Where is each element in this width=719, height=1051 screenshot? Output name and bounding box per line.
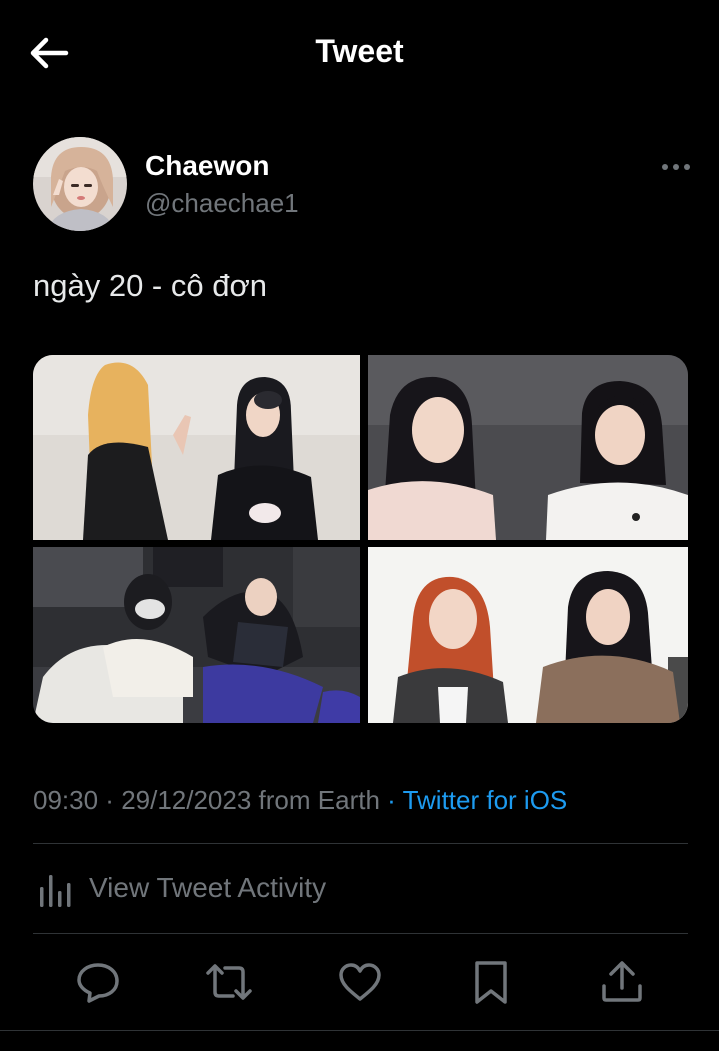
- tweet-photo-3[interactable]: [33, 547, 360, 723]
- retweet-button[interactable]: [205, 958, 253, 1006]
- speech-bubble-icon: [77, 963, 119, 1003]
- media-grid: [33, 355, 688, 723]
- avatar[interactable]: [33, 137, 127, 231]
- tweet-location: from Earth: [251, 785, 380, 815]
- divider: [0, 1030, 719, 1031]
- divider: [33, 933, 688, 934]
- more-horizontal-icon: [662, 164, 690, 170]
- like-button[interactable]: [336, 958, 384, 1006]
- page-title: Tweet: [315, 33, 404, 69]
- more-options-button[interactable]: [656, 152, 696, 182]
- view-tweet-activity-label: View Tweet Activity: [89, 872, 327, 903]
- retweet-arrows-icon: [206, 964, 252, 1000]
- source-separator: ·: [379, 785, 403, 815]
- tweet-text: ngày 20 - cô đơn: [33, 268, 268, 303]
- tweet-source-link[interactable]: Twitter for iOS: [403, 785, 568, 815]
- bookmark-button[interactable]: [467, 958, 515, 1006]
- tweet-photo-1[interactable]: [33, 355, 360, 540]
- author-display-name[interactable]: Chaewon: [145, 150, 269, 182]
- tweet-photo-4[interactable]: [368, 547, 688, 723]
- view-tweet-activity[interactable]: View Tweet Activity: [33, 853, 688, 925]
- reply-button[interactable]: [74, 958, 122, 1006]
- tweet-meta: 09:30 · 29/12/2023 from Earth · Twitter …: [33, 785, 567, 816]
- divider: [33, 843, 688, 844]
- top-bar: Tweet: [0, 0, 719, 106]
- tweet-date: 29/12/2023: [121, 785, 252, 815]
- meta-separator: ·: [98, 785, 122, 815]
- author-handle[interactable]: @chaechae1: [145, 188, 299, 219]
- tweet-photo-2[interactable]: [368, 355, 688, 540]
- bookmark-icon: [475, 961, 507, 1004]
- analytics-bars-icon: [40, 875, 71, 907]
- tweet-time: 09:30: [33, 785, 99, 815]
- share-upload-icon: [602, 961, 642, 1002]
- heart-icon: [339, 963, 381, 1001]
- share-button[interactable]: [598, 958, 646, 1006]
